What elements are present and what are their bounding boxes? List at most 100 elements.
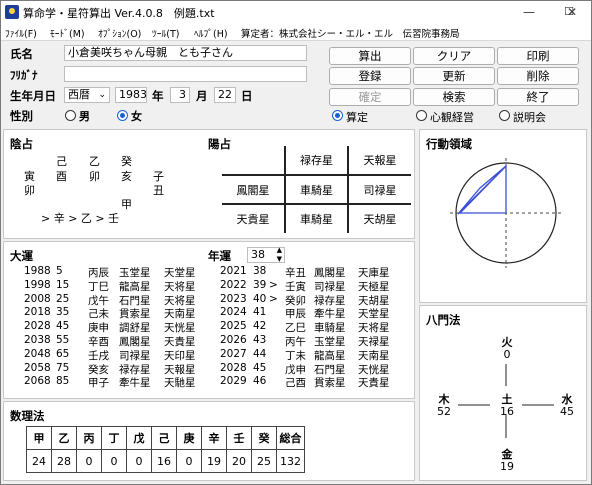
mode-santei-radio[interactable] <box>332 110 343 121</box>
taiun-cell: 2038 <box>24 334 51 346</box>
suri-header-row: 甲乙丙丁戊己庚辛壬癸総合 <box>26 426 305 450</box>
era-select[interactable]: 西暦 ⌄ <box>64 87 110 103</box>
suri-value: 0 <box>101 449 127 473</box>
taiun-cell: 天印星 <box>164 349 196 362</box>
nenun-cell: 42 <box>253 320 267 333</box>
app-icon <box>5 5 19 19</box>
title-bar: 算命学・星符算出 Ver.4.0.8 例題.txt — ☐ <box>1 1 591 23</box>
taiun-cell: 司禄星 <box>119 349 151 362</box>
taiun-cell: 天南星 <box>164 308 196 321</box>
nenun-cell: 天将星 <box>358 322 390 335</box>
suri-value: 132 <box>276 449 305 473</box>
delete-button[interactable]: 削除 <box>497 67 579 85</box>
suri-value: 20 <box>226 449 252 473</box>
nenun-cell: 39 <box>253 278 267 291</box>
nenun-cell: 38 <box>253 265 267 277</box>
menu-tool[interactable]: ﾂｰﾙ(T) <box>152 26 179 40</box>
kana-input[interactable] <box>64 66 307 82</box>
inyo-branch: 卯 <box>89 170 100 183</box>
yosen-cell: 禄存星 <box>284 146 349 176</box>
nenun-cell: 天禄星 <box>358 336 390 348</box>
menu-help[interactable]: ﾍﾙﾌﾟ(H) <box>194 26 228 40</box>
taiun-cell: 戊午 <box>88 294 109 307</box>
nenun-cell: 2024 <box>220 306 247 319</box>
suri-header: 辛 <box>201 426 227 450</box>
suri-value: 28 <box>51 449 77 473</box>
suri-header: 己 <box>151 426 177 450</box>
month-unit: 月 <box>196 89 208 103</box>
nenun-cell: 天庫星 <box>358 267 390 279</box>
nenun-cell: 丁未 <box>285 349 306 362</box>
register-button[interactable]: 登録 <box>329 67 411 85</box>
nenun-cell: 44 <box>253 347 267 360</box>
nenun-cell: 乙巳 <box>285 322 306 335</box>
name-label: 氏名 <box>10 47 33 61</box>
sex-label: 性別 <box>10 109 33 123</box>
month-input[interactable]: 3 <box>170 87 190 103</box>
nenun-title: 年運 <box>208 249 231 263</box>
update-button[interactable]: 更新 <box>413 67 495 85</box>
spinner-arrows-icon[interactable]: ▲ ▼ <box>277 246 282 264</box>
nenun-cell: 己酉 <box>285 377 306 390</box>
profile-form: 氏名 小倉美咲ちゃん母親 とも子さん ﾌﾘｶﾞﾅ 生年月日 西暦 ⌄ 1983 年… <box>3 41 325 127</box>
menu-mode[interactable]: ﾓｰﾄﾞ(M) <box>50 26 85 40</box>
taiun-cell: 天馳星 <box>164 377 196 390</box>
taiun-cell: 玉堂星 <box>119 267 151 279</box>
taiun-cell: 己未 <box>88 308 109 321</box>
taiun-cell: 45 <box>56 320 70 333</box>
print-button[interactable]: 印刷 <box>497 47 579 65</box>
exit-button[interactable]: 終了 <box>497 88 579 106</box>
female-radio[interactable] <box>117 110 128 121</box>
year-input[interactable]: 1983 <box>115 87 147 103</box>
minimize-button[interactable]: — <box>509 1 549 23</box>
year-unit: 年 <box>152 89 164 103</box>
nenun-cell: 戊申 <box>285 363 306 376</box>
menu-file[interactable]: ﾌｧｲﾙ(F) <box>5 26 37 40</box>
yosen-cell: 天貴星 <box>236 213 270 226</box>
nenun-cell: 壬寅 <box>285 280 306 293</box>
taiun-cell: 甲子 <box>88 377 109 390</box>
taiun-title: 大運 <box>10 249 33 263</box>
name-input[interactable]: 小倉美咲ちゃん母親 とも子さん <box>64 45 307 61</box>
male-label: 男 <box>79 110 90 123</box>
mode-setsumei-radio[interactable] <box>499 110 510 121</box>
nenun-cell: 天南星 <box>358 349 390 362</box>
taiun-cell: 5 <box>56 265 63 277</box>
taiun-cell: 天恍星 <box>164 322 196 335</box>
taiun-cell: 55 <box>56 334 70 346</box>
nenun-cell: 2025 <box>220 320 247 333</box>
year-spinner[interactable]: 38 ▲ ▼ <box>247 246 285 264</box>
yosen-cell: 車騎星 <box>284 174 349 205</box>
taiun-cell: 2048 <box>24 347 51 360</box>
suri-header: 戊 <box>126 426 152 450</box>
male-radio[interactable] <box>65 110 76 121</box>
nenun-cell: 鳳閣星 <box>314 267 346 279</box>
day-input[interactable]: 22 <box>214 87 236 103</box>
taiun-cell: 丁巳 <box>88 280 109 293</box>
yosen-cell: 鳳閣星 <box>222 174 285 205</box>
suri-header: 総合 <box>276 426 305 450</box>
calculate-button[interactable]: 算出 <box>329 47 411 65</box>
taiun-cell: 天報星 <box>164 363 196 376</box>
nenun-cell: 龍高星 <box>314 349 346 362</box>
suri-value: 16 <box>151 449 177 473</box>
close-button[interactable]: ✕ <box>553 1 591 23</box>
menu-bar: ﾌｧｲﾙ(F) ﾓｰﾄﾞ(M) ｵﾌﾟｼｮﾝ(O) ﾂｰﾙ(T) ﾍﾙﾌﾟ(H)… <box>1 23 591 41</box>
nenun-cell: 2023 <box>220 292 247 305</box>
confirm-button[interactable]: 確定 <box>329 88 411 106</box>
menu-option[interactable]: ｵﾌﾟｼｮﾝ(O) <box>98 26 141 40</box>
taiun-cell: 鳳閣星 <box>119 336 151 348</box>
suri-header: 癸 <box>251 426 277 450</box>
yosen-cell: 車騎星 <box>284 204 349 233</box>
mode-keiei-radio[interactable] <box>416 110 427 121</box>
taiun-cell: 天将星 <box>164 280 196 293</box>
yosen-cell: 天報星 <box>348 146 411 176</box>
nenun-cell: 46 <box>253 375 267 388</box>
earth-value: 16 <box>500 405 514 418</box>
taiun-cell: 庚申 <box>88 322 109 335</box>
suri-value: 25 <box>251 449 277 473</box>
inyo-branch: 酉 <box>56 170 67 183</box>
hachimon-panel: 八門法 火 0 木 52 土 16 水 45 金 19 <box>419 305 587 481</box>
clear-button[interactable]: クリア <box>413 47 495 65</box>
search-button[interactable]: 検索 <box>413 88 495 106</box>
